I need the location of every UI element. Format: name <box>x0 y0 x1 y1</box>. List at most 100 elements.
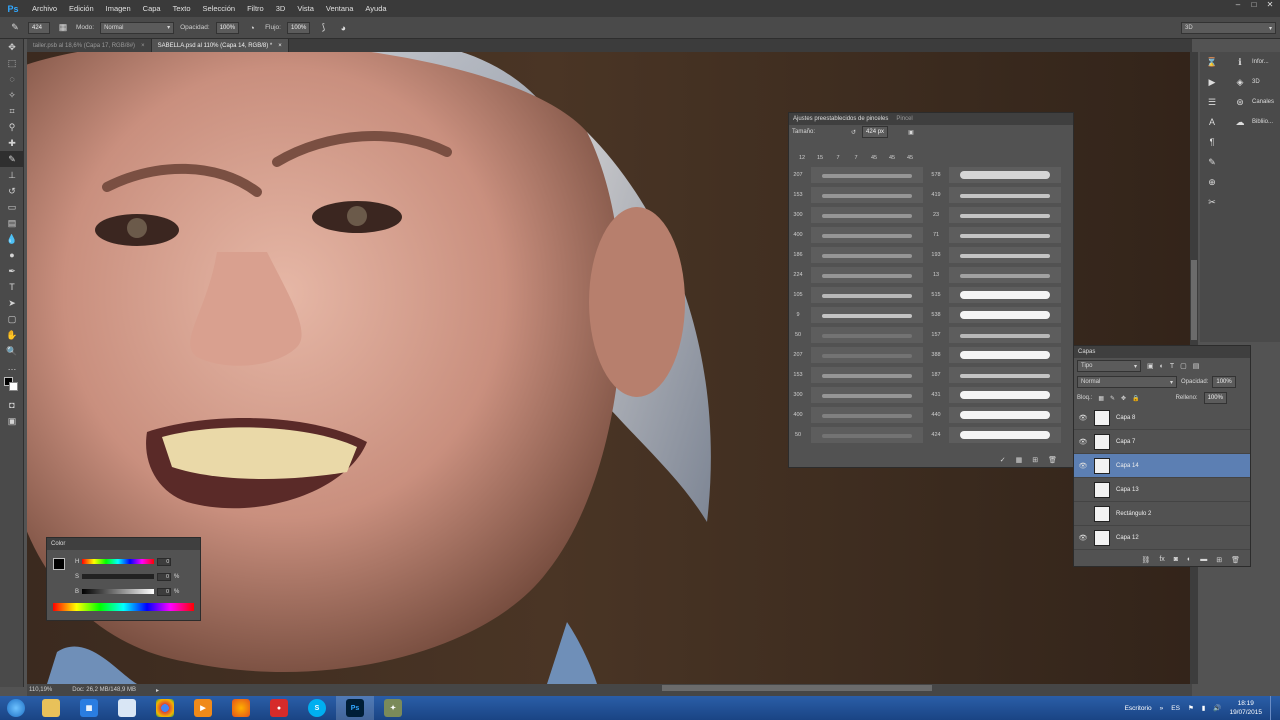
menu-capa[interactable]: Capa <box>137 4 167 13</box>
brush-preset[interactable]: 515 <box>927 285 1065 305</box>
screen-mode-icon[interactable]: ▣ <box>0 413 24 429</box>
layer-row[interactable]: Capa 13 <box>1074 478 1250 502</box>
menu-imagen[interactable]: Imagen <box>100 4 137 13</box>
trash-icon[interactable]: 🗑 <box>1231 556 1240 564</box>
brush-preset[interactable]: 71 <box>927 225 1065 245</box>
brightness-slider[interactable] <box>82 589 155 594</box>
minimize-icon[interactable]: – <box>1232 0 1244 12</box>
menu-seleccion[interactable]: Selección <box>197 4 242 13</box>
taskbar-documents[interactable] <box>108 696 146 720</box>
taskbar-chrome[interactable] <box>146 696 184 720</box>
new-brush-icon[interactable]: ⊞ <box>1032 456 1038 464</box>
crop-tool-icon[interactable]: ⌗ <box>0 103 24 119</box>
filter-smart-icon[interactable]: ▤ <box>1193 362 1200 370</box>
new-layer-icon[interactable]: ⊞ <box>1216 556 1222 564</box>
menu-archivo[interactable]: Archivo <box>26 4 63 13</box>
brush-preset[interactable]: 419 <box>927 185 1065 205</box>
brush-preset[interactable]: 300 <box>789 385 927 405</box>
brush-tip-size[interactable]: 45 <box>901 155 919 161</box>
brush-preset[interactable]: 440 <box>927 405 1065 425</box>
menu-ayuda[interactable]: Ayuda <box>359 4 392 13</box>
brush-tip-size[interactable]: 45 <box>865 155 883 161</box>
maximize-icon[interactable]: □ <box>1248 0 1260 12</box>
eye-icon[interactable]: 👁 <box>1074 414 1092 422</box>
brush-preset[interactable]: 207 <box>789 345 927 365</box>
lock-paint-icon[interactable]: ✎ <box>1110 395 1115 402</box>
layer-row[interactable]: 👁 Capa 7 <box>1074 430 1250 454</box>
color-spectrum-bar[interactable] <box>53 603 194 611</box>
tray-flag-icon[interactable]: ⚑ <box>1188 704 1194 712</box>
close-icon[interactable]: ✕ <box>1264 0 1276 12</box>
eyedropper-tool-icon[interactable]: ⚲ <box>0 119 24 135</box>
brush-tip-size[interactable]: 7 <box>847 155 865 161</box>
dock-3d-button[interactable]: ◈ 3D <box>1228 72 1280 92</box>
brush-preset[interactable]: 153 <box>789 365 927 385</box>
zoom-level[interactable]: 110,19% <box>29 687 52 693</box>
taskbar-apps[interactable]: ▦ <box>70 696 108 720</box>
tab-tailer[interactable]: tailer.psb al 18,6% (Capa 17, RGB/8#) × <box>27 39 152 52</box>
type-tool-icon[interactable]: T <box>0 279 24 295</box>
brush-tool-icon[interactable]: ✎ <box>8 21 22 35</box>
zoom-tool-icon[interactable]: 🔍 <box>0 343 24 359</box>
brush-preset[interactable]: 431 <box>927 385 1065 405</box>
tab-brush[interactable]: Pincel <box>896 116 912 122</box>
vertical-scroll-thumb[interactable] <box>1191 260 1197 340</box>
lock-all-icon[interactable]: 🔒 <box>1132 395 1139 402</box>
lasso-tool-icon[interactable]: ◌ <box>0 71 24 87</box>
tab-brush-presets[interactable]: Ajustes preestablecidos de pinceles <box>793 116 888 122</box>
hand-tool-icon[interactable]: ✋ <box>0 327 24 343</box>
clock[interactable]: 18:19 19/07/2015 <box>1229 699 1262 717</box>
brush-preset[interactable]: 400 <box>789 225 927 245</box>
dock-brush-button[interactable]: ✎ <box>1200 152 1224 172</box>
brush-preset[interactable]: 388 <box>927 345 1065 365</box>
size-input[interactable]: 424 px <box>862 126 889 138</box>
dock-character-button[interactable]: A <box>1200 112 1224 132</box>
eye-icon[interactable]: 👁 <box>1074 534 1092 542</box>
brush-tool-icon[interactable]: ✎ <box>0 151 24 167</box>
adjustment-icon[interactable]: ◐ <box>1187 556 1191 564</box>
taskbar-skype[interactable]: S <box>298 696 336 720</box>
brush-preset[interactable]: 400 <box>789 405 927 425</box>
quick-select-tool-icon[interactable]: ✧ <box>0 87 24 103</box>
brush-preset[interactable]: 207 <box>789 165 927 185</box>
menu-ventana[interactable]: Ventana <box>320 4 360 13</box>
taskbar-tool[interactable]: ✦ <box>374 696 412 720</box>
airbrush-icon[interactable]: ⟆ <box>316 21 330 35</box>
brush-size-picker[interactable]: 424 <box>28 21 50 34</box>
saturation-slider[interactable] <box>82 574 155 579</box>
healing-tool-icon[interactable]: ✚ <box>0 135 24 151</box>
brush-preset[interactable]: 186 <box>789 245 927 265</box>
mode-select[interactable]: Normal ▾ <box>100 21 175 34</box>
brush-preset[interactable]: 50 <box>789 425 927 445</box>
layer-opacity-input[interactable]: 100% <box>1212 376 1236 388</box>
show-desktop-button[interactable] <box>1270 696 1276 720</box>
filter-select[interactable]: Tipo ▾ <box>1077 360 1141 372</box>
taskbar-photoshop[interactable]: Ps <box>336 696 374 720</box>
brush-preset[interactable]: 157 <box>927 325 1065 345</box>
filter-adjust-icon[interactable]: ◐ <box>1160 363 1164 370</box>
opacity-input[interactable]: 100% <box>215 21 240 34</box>
mask-icon[interactable]: ◙ <box>1174 556 1178 564</box>
brush-preset[interactable]: 300 <box>789 205 927 225</box>
more-tools-icon[interactable]: … <box>0 359 24 375</box>
lock-transparency-icon[interactable]: ▦ <box>1098 395 1104 402</box>
brush-preset[interactable]: 50 <box>789 325 927 345</box>
new-preset-icon[interactable]: ▣ <box>908 129 914 136</box>
dock-library-button[interactable]: ☁ Bibliio... <box>1228 112 1280 132</box>
brush-preset[interactable]: 187 <box>927 365 1065 385</box>
start-button[interactable] <box>0 696 32 720</box>
grid-view-icon[interactable]: ▦ <box>1016 456 1023 464</box>
brush-tip-size[interactable]: 7 <box>829 155 847 161</box>
menu-vista[interactable]: Vista <box>291 4 320 13</box>
desktop-toolbar[interactable]: Escritorio <box>1125 705 1152 712</box>
history-brush-tool-icon[interactable]: ↺ <box>0 183 24 199</box>
chevron-up-icon[interactable]: » <box>1160 705 1164 712</box>
layers-title[interactable]: Capas <box>1078 349 1095 355</box>
pressure-opacity-icon[interactable]: ◔ <box>245 21 259 35</box>
flow-input[interactable]: 100% <box>286 21 311 34</box>
brush-preset[interactable]: 538 <box>927 305 1065 325</box>
h-value[interactable]: 0 <box>157 557 172 566</box>
eye-icon[interactable]: 👁 <box>1074 462 1092 470</box>
pressure-size-icon[interactable]: ◕ <box>336 21 350 35</box>
brush-preset[interactable]: 424 <box>927 425 1065 445</box>
